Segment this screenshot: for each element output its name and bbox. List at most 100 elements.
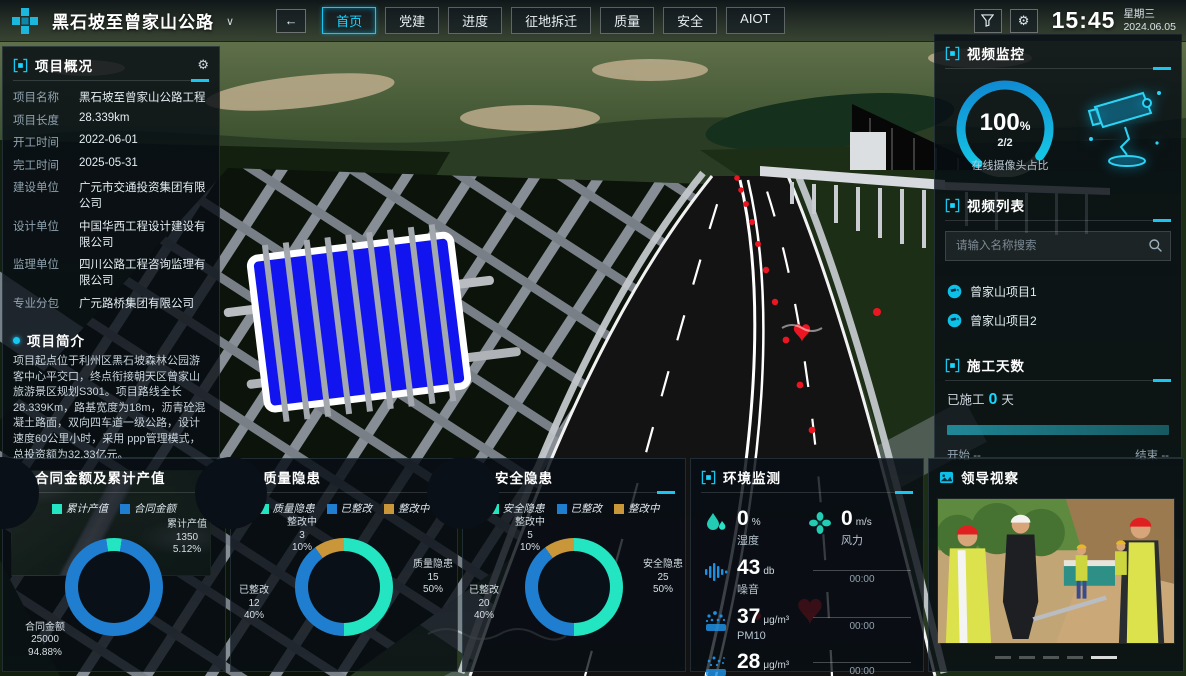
inspection-photo-art bbox=[938, 499, 1174, 643]
days-worked: 已施工0天 bbox=[947, 389, 1169, 409]
gauge-caption: 在线摄像头占比 bbox=[935, 157, 1085, 173]
field-label: 设计单位 bbox=[13, 218, 79, 250]
camera-icon bbox=[947, 284, 962, 299]
overview-fields: 项目名称黑石坡至曾家山公路工程 项目长度28.339km 开工时间2022-06… bbox=[3, 81, 219, 321]
legend-item[interactable]: 已整改 bbox=[327, 501, 373, 516]
leader-panel: 领导视察 bbox=[928, 458, 1184, 672]
right-column-panel: 视频监控 100% 2/2 在线摄像头占比 bbox=[934, 34, 1182, 458]
settings-button[interactable]: ⚙ bbox=[1010, 9, 1038, 33]
divider bbox=[13, 80, 209, 81]
legend-item[interactable]: 合同金额 bbox=[120, 501, 176, 516]
panel-title: 视频列表 bbox=[967, 195, 1025, 215]
weekday-label: 星期三 bbox=[1123, 8, 1176, 20]
tab-aiot[interactable]: AIOT bbox=[726, 7, 784, 34]
donut bbox=[65, 538, 163, 636]
chevron-down-icon[interactable]: ∨ bbox=[226, 15, 234, 28]
axis-time-label: 00:00 bbox=[849, 574, 874, 585]
pm25-metric: 28μg/m³ PM2.5 bbox=[703, 651, 807, 676]
environment-metrics: 0% 湿度 0m/s 风力 bbox=[691, 493, 923, 676]
intro-title: 项目简介 bbox=[27, 330, 85, 350]
humidity-icon bbox=[703, 510, 729, 536]
donut-total: 50 bbox=[452, 474, 473, 496]
pm10-value: 37 bbox=[737, 605, 760, 628]
legend-item[interactable]: 整改中 bbox=[614, 501, 660, 516]
slice-label: 已整改2040% bbox=[469, 585, 499, 623]
pm10-icon bbox=[703, 608, 729, 634]
carousel-dot-active[interactable] bbox=[1091, 656, 1117, 659]
field-value: 广元市交通投资集团有限公司 bbox=[79, 179, 209, 211]
panel-title: 合同金额及累计产值 bbox=[35, 467, 166, 487]
noise-label: 噪音 bbox=[737, 581, 774, 597]
field-value: 2025-05-31 bbox=[79, 157, 138, 173]
field-row: 完工时间2025-05-31 bbox=[13, 157, 209, 173]
inspection-photo[interactable] bbox=[937, 498, 1175, 644]
online-camera-gauge: 100% 2/2 在线摄像头占比 bbox=[943, 73, 1067, 177]
tab-progress[interactable]: 进度 bbox=[448, 7, 502, 34]
nav-tabs: 首页 党建 进度 征地拆迁 质量 安全 AIOT bbox=[322, 7, 784, 34]
tab-safety[interactable]: 安全 bbox=[663, 7, 717, 34]
back-button[interactable]: ← bbox=[276, 9, 306, 33]
donut-center: 50 总计 bbox=[414, 444, 512, 542]
carousel-dot[interactable] bbox=[995, 656, 1011, 659]
donut-total-label: 总计 bbox=[0, 497, 14, 513]
slice-label: 整改中510% bbox=[515, 517, 545, 555]
slice-label: 整改中310% bbox=[287, 517, 317, 555]
donut-center: 30 总计 bbox=[182, 444, 280, 542]
field-label: 开工时间 bbox=[13, 134, 79, 150]
list-item-camera-2[interactable]: 曾家山项目2 bbox=[947, 312, 1169, 329]
camera-name: 曾家山项目2 bbox=[970, 312, 1037, 329]
env-row-pm25: 28μg/m³ PM2.5 00:00 bbox=[703, 651, 911, 676]
panel-header: 环境监测 bbox=[691, 459, 923, 492]
legend-item[interactable]: 已整改 bbox=[557, 501, 603, 516]
section-icon bbox=[945, 358, 960, 373]
clock-date: 星期三 2024.06.05 bbox=[1123, 8, 1176, 32]
search-input[interactable] bbox=[945, 231, 1171, 261]
pm10-sparkline: 00:00 bbox=[813, 617, 911, 632]
env-row-noise: 43db 噪音 00:00 bbox=[703, 557, 911, 597]
filter-button[interactable] bbox=[974, 9, 1002, 33]
field-value: 广元路桥集团有限公司 bbox=[79, 295, 194, 311]
legend-item[interactable]: 累计产值 bbox=[52, 501, 108, 516]
section-icon bbox=[701, 470, 716, 485]
env-row-1: 0% 湿度 0m/s 风力 bbox=[703, 508, 911, 548]
pm10-metric: 37μg/m³ PM10 bbox=[703, 606, 807, 642]
days-label: 已施工 bbox=[947, 393, 985, 407]
environment-panel: 环境监测 0% 湿度 bbox=[690, 458, 924, 672]
divider bbox=[945, 380, 1171, 381]
field-row: 项目名称黑石坡至曾家山公路工程 bbox=[13, 89, 209, 105]
dashboard: 黑石坡至曾家山公路 ∨ ← 首页 党建 进度 征地拆迁 质量 安全 AIOT ⚙… bbox=[0, 0, 1186, 676]
field-value: 28.339km bbox=[79, 112, 130, 128]
camera-name: 曾家山项目1 bbox=[970, 283, 1037, 300]
list-item-camera-1[interactable]: 曾家山项目1 bbox=[947, 283, 1169, 300]
noise-icon bbox=[703, 559, 729, 585]
humidity-metric: 0% 湿度 bbox=[703, 508, 807, 548]
wind-metric: 0m/s 风力 bbox=[807, 508, 911, 548]
carousel-dots bbox=[929, 656, 1183, 659]
tab-home[interactable]: 首页 bbox=[322, 7, 376, 34]
divider bbox=[701, 492, 913, 493]
panel-header: 施工天数 bbox=[935, 347, 1181, 380]
env-row-pm10: 37μg/m³ PM10 00:00 bbox=[703, 606, 911, 642]
gauge-value: 100% bbox=[943, 109, 1067, 137]
axis-time-label: 00:00 bbox=[849, 621, 874, 632]
gear-icon[interactable]: ⚙ bbox=[197, 57, 209, 73]
pm25-value: 28 bbox=[737, 650, 760, 673]
carousel-dot[interactable] bbox=[1067, 656, 1083, 659]
slice-label: 合同金额2500094.88% bbox=[25, 622, 65, 660]
camera-icon bbox=[947, 313, 962, 328]
donut-total-label: 总计 bbox=[452, 497, 474, 513]
field-row: 开工时间2022-06-01 bbox=[13, 134, 209, 150]
field-label: 项目名称 bbox=[13, 89, 79, 105]
carousel-dot[interactable] bbox=[1043, 656, 1059, 659]
noise-sparkline: 00:00 bbox=[813, 570, 911, 585]
section-icon bbox=[945, 46, 960, 61]
tab-party[interactable]: 党建 bbox=[385, 7, 439, 34]
tab-land[interactable]: 征地拆迁 bbox=[511, 7, 591, 34]
field-row: 专业分包广元路桥集团有限公司 bbox=[13, 295, 209, 311]
days-progress-bar bbox=[947, 425, 1169, 435]
carousel-dot[interactable] bbox=[1019, 656, 1035, 659]
wind-label: 风力 bbox=[841, 532, 872, 548]
search-icon[interactable] bbox=[1148, 238, 1163, 253]
tab-quality[interactable]: 质量 bbox=[600, 7, 654, 34]
noise-metric: 43db 噪音 bbox=[703, 557, 807, 597]
